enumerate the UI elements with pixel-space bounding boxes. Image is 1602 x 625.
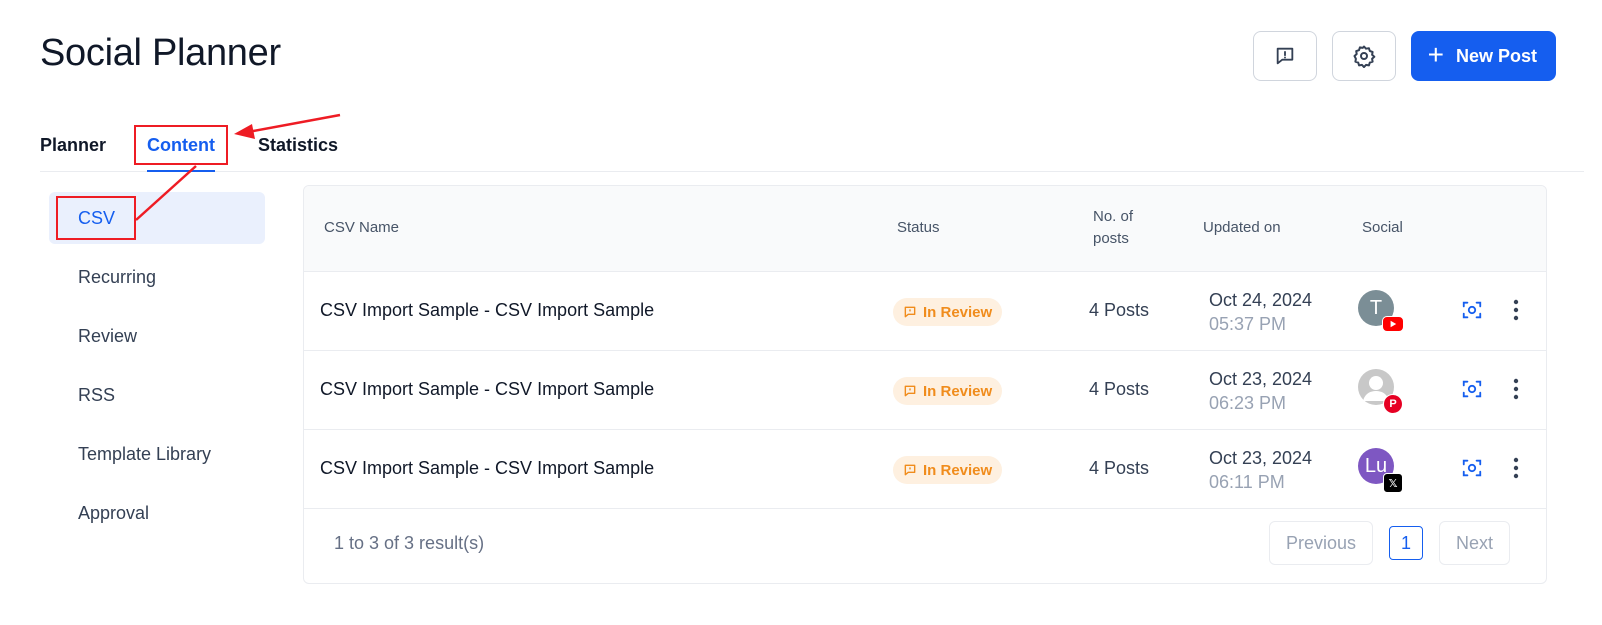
pinterest-icon: P [1383,394,1403,414]
plus-icon: + [1427,38,1444,70]
new-post-button[interactable]: + New Post [1410,31,1556,81]
status-badge: In Review [893,298,1003,326]
updated-date: Oct 23, 2024 [1209,448,1313,468]
side-item-review[interactable]: Review [49,310,265,362]
status-label: In Review [923,303,993,321]
status-label: In Review [923,382,993,400]
side-nav: CSV Recurring Review RSS Template Librar… [49,192,265,546]
status-badge: In Review [893,456,1003,484]
post-count: 4 Posts [1089,458,1150,478]
csv-table: CSV Name Status No. of posts Updated on … [303,185,1547,584]
avatar: T [1358,290,1404,332]
results-count: 1 to 3 of 3 result(s) [334,533,485,553]
side-item-rss[interactable]: RSS [49,369,265,421]
previous-button[interactable]: Previous [1268,521,1373,565]
settings-button[interactable] [1331,31,1396,81]
more-options-button[interactable] [1505,456,1527,485]
table-row[interactable]: CSV Import Sample - CSV Import Sample In… [304,272,1546,351]
tab-bar: Planner Content Statistics [40,122,1584,172]
more-vertical-icon [1513,378,1519,400]
updated-on: Oct 24, 2024 05:37 PM [1209,288,1312,336]
youtube-icon [1382,316,1404,332]
message-alert-icon [904,464,916,476]
table-row[interactable]: CSV Import Sample - CSV Import Sample In… [304,351,1546,430]
column-posts-line1: No. of [1093,208,1134,225]
table-footer: 1 to 3 of 3 result(s) Previous 1 Next [304,509,1546,581]
message-alert-icon [904,385,916,397]
table-row[interactable]: CSV Import Sample - CSV Import Sample In… [304,430,1546,509]
column-updated-on: Updated on [1203,219,1281,236]
tab-statistics[interactable]: Statistics [258,135,338,170]
side-item-approval[interactable]: Approval [49,487,265,539]
column-posts: No. of posts [1093,206,1133,250]
csv-name: CSV Import Sample - CSV Import Sample [320,300,655,320]
x-icon: 𝕏 [1383,473,1403,493]
preview-button[interactable] [1461,457,1483,484]
column-social: Social [1362,219,1403,236]
more-options-button[interactable] [1505,377,1527,406]
scan-icon [1462,301,1482,319]
avatar: P [1358,369,1403,414]
preview-button[interactable] [1461,299,1483,326]
updated-on: Oct 23, 2024 06:23 PM [1209,367,1312,415]
annotation-box-csv [56,196,136,240]
message-alert-icon [1276,47,1293,65]
scan-icon [1462,459,1482,477]
more-vertical-icon [1513,299,1519,321]
avatar-initials: T [1369,296,1383,319]
more-vertical-icon [1513,457,1519,479]
avatar: Lu 𝕏 [1358,448,1403,493]
csv-name: CSV Import Sample - CSV Import Sample [320,379,655,399]
scan-icon [1462,380,1482,398]
status-badge: In Review [893,377,1003,405]
gear-icon [1353,45,1375,68]
updated-time: 05:37 PM [1209,314,1287,334]
new-post-label: New Post [1455,45,1537,66]
feedback-button[interactable] [1252,31,1317,81]
page-number[interactable]: 1 [1388,526,1423,560]
side-item-recurring[interactable]: Recurring [49,251,265,303]
csv-name: CSV Import Sample - CSV Import Sample [320,458,655,478]
updated-on: Oct 23, 2024 06:11 PM [1209,446,1312,494]
tab-planner[interactable]: Planner [40,135,106,170]
updated-time: 06:23 PM [1209,393,1287,413]
message-alert-icon [904,306,916,318]
header-actions: + New Post [1252,31,1556,81]
updated-date: Oct 23, 2024 [1209,369,1313,389]
status-label: In Review [923,461,993,479]
page-title: Social Planner [40,32,281,74]
post-count: 4 Posts [1089,300,1150,320]
preview-button[interactable] [1461,378,1483,405]
side-item-template-library[interactable]: Template Library [49,428,265,480]
column-status: Status [897,219,940,236]
post-count: 4 Posts [1089,379,1150,399]
pagination: Previous 1 Next [1268,521,1510,565]
updated-date: Oct 24, 2024 [1209,290,1313,310]
annotation-box-content-tab [134,125,228,165]
column-posts-line2: posts [1093,230,1129,247]
more-options-button[interactable] [1505,298,1527,327]
updated-time: 06:11 PM [1209,472,1285,492]
table-header: CSV Name Status No. of posts Updated on … [304,186,1546,272]
column-csv-name: CSV Name [324,219,400,236]
next-button[interactable]: Next [1438,521,1510,565]
